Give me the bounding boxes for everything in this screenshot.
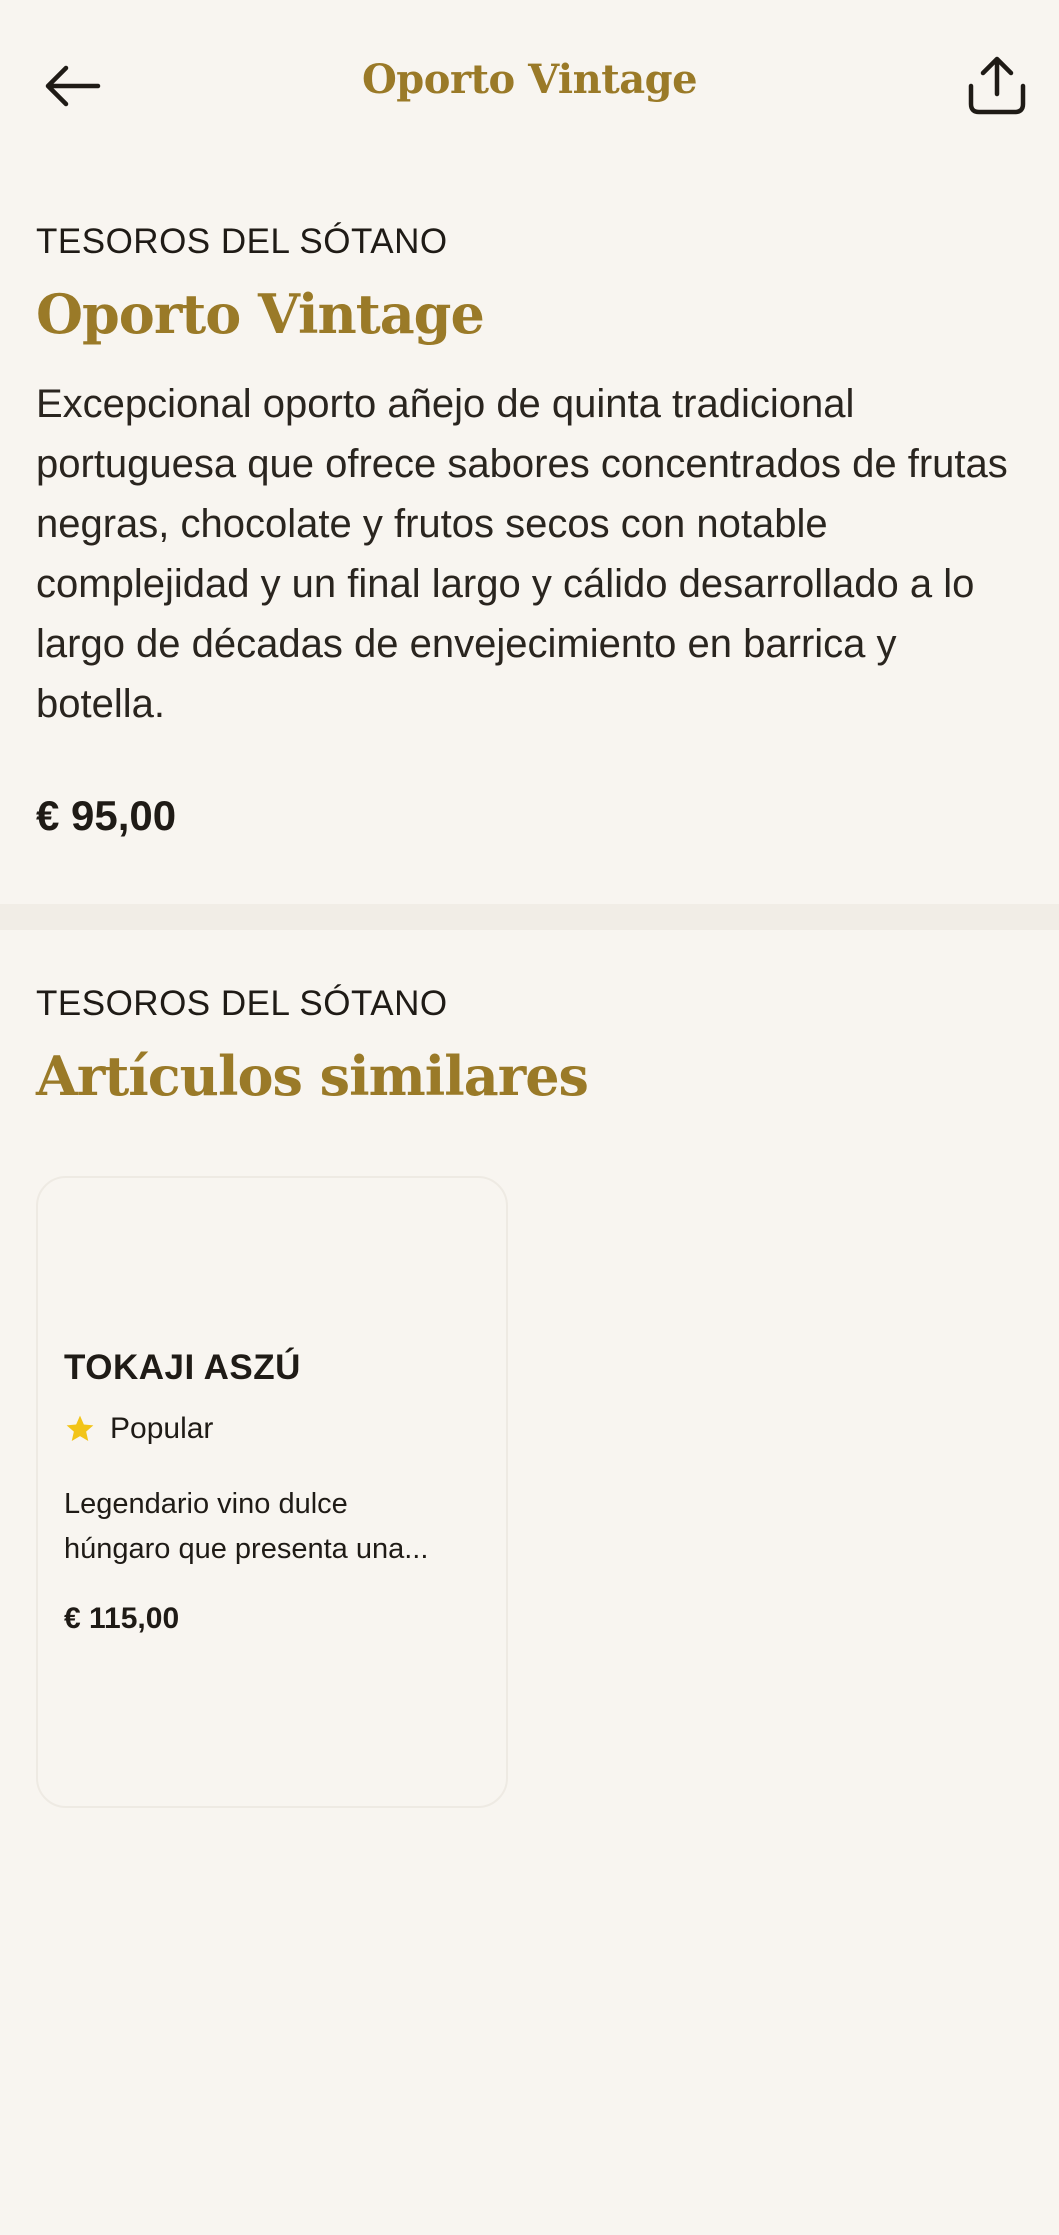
top-bar: Oporto Vintage — [0, 0, 1059, 170]
similar-item-description-line-2: húngaro que presenta una... — [64, 1533, 429, 1565]
similar-title: Artículos similares — [36, 1044, 589, 1108]
product-category: TESOROS DEL SÓTANO — [36, 222, 448, 261]
product-detail: TESOROS DEL SÓTANO Oporto Vintage Excepc… — [36, 222, 1023, 840]
similar-item-card[interactable]: TOKAJI ASZÚ Popular Legendario vino dulc… — [36, 1176, 508, 1808]
share-icon — [968, 56, 1026, 115]
popular-badge: Popular — [64, 1412, 213, 1446]
product-description: Excepcional oporto añejo de quinta tradi… — [36, 382, 1008, 726]
product-name: Oporto Vintage — [36, 282, 485, 346]
similar-item-name: TOKAJI ASZÚ — [64, 1348, 301, 1387]
star-icon — [64, 1413, 96, 1445]
share-button[interactable] — [949, 40, 1045, 130]
similar-item-description: Legendario vino dulce húngaro que presen… — [64, 1482, 484, 1572]
similar-item-description-line-1: Legendario vino dulce — [64, 1488, 348, 1520]
product-price: € 95,00 — [36, 792, 177, 839]
page-title: Oporto Vintage — [361, 56, 698, 103]
popular-badge-label: Popular — [110, 1412, 214, 1445]
similar-category: TESOROS DEL SÓTANO — [36, 984, 448, 1023]
similar-items-section: TESOROS DEL SÓTANO Artículos similares — [36, 984, 1023, 1108]
section-divider — [0, 904, 1059, 930]
similar-item-price: € 115,00 — [64, 1602, 180, 1635]
